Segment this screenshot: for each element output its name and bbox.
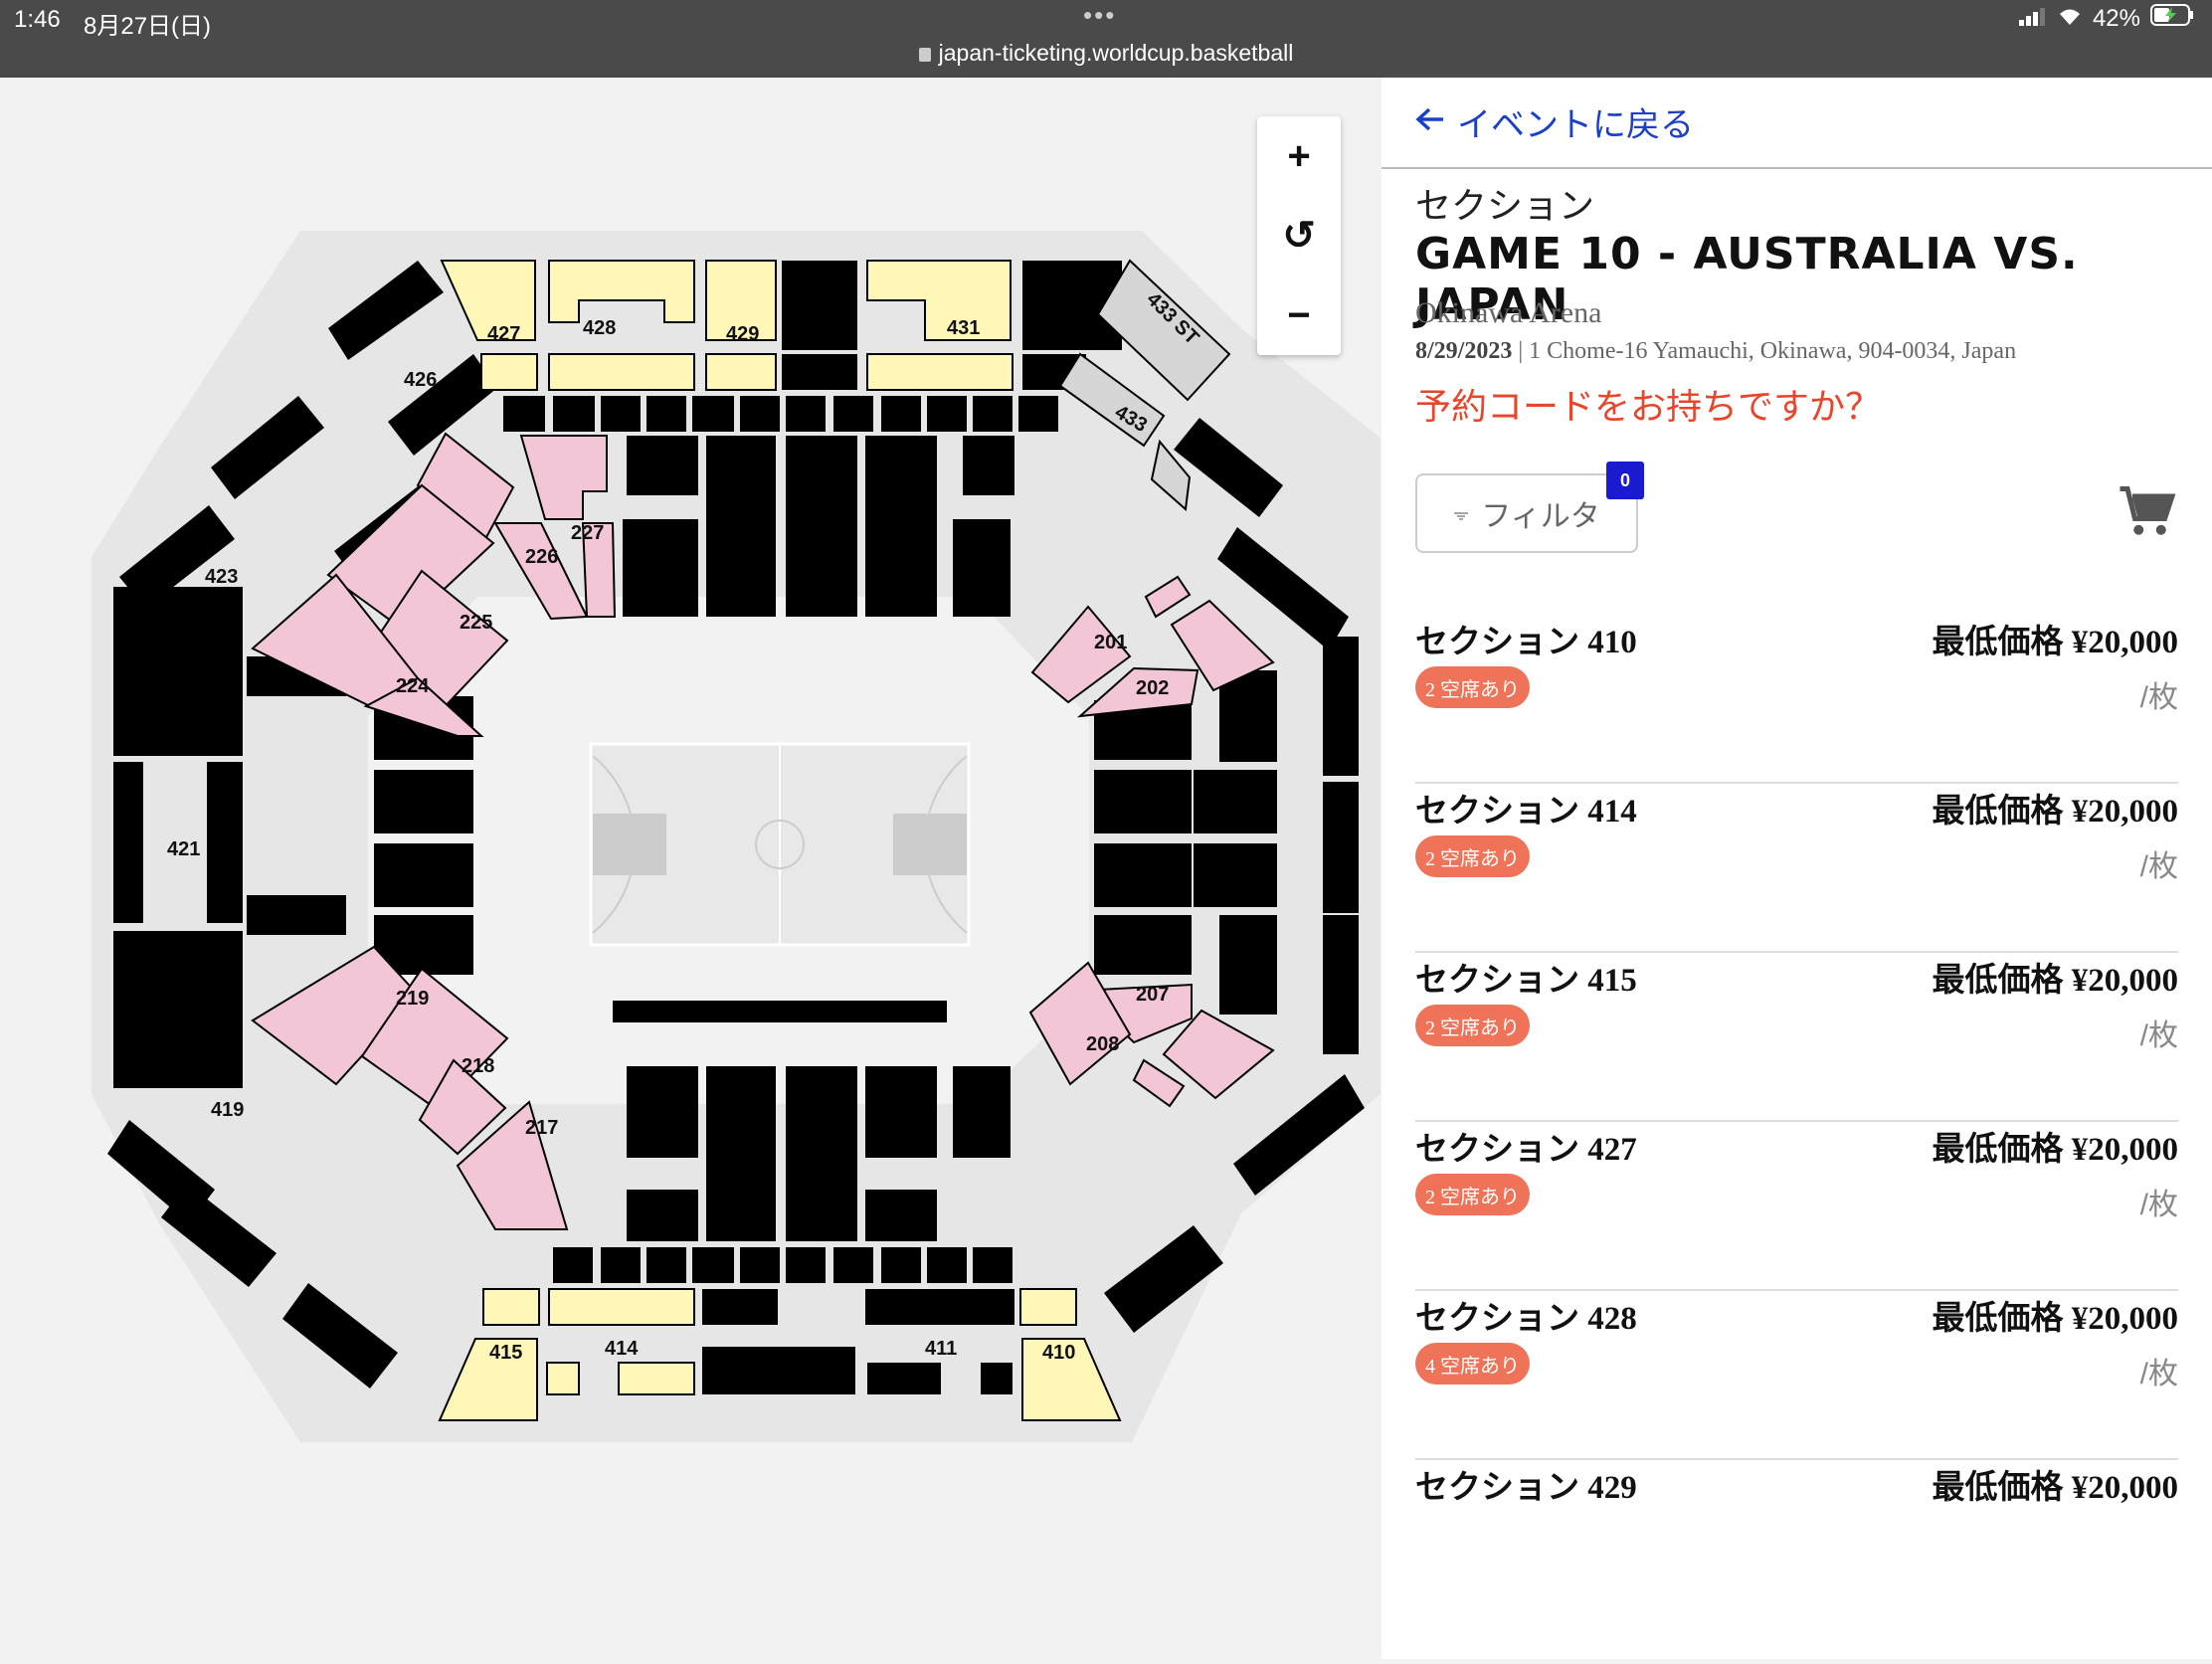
multitask-dots[interactable]: ••• <box>1083 0 1116 31</box>
price-unit: /枚 <box>2139 1358 2178 1390</box>
section-price: 最低価格 ¥20,000 <box>1932 1470 2179 1506</box>
section-name: セクション 410 <box>1415 625 1637 660</box>
label-227: 227 <box>571 522 604 544</box>
lock-icon <box>918 48 931 62</box>
label-207: 207 <box>1136 984 1169 1006</box>
label-201: 201 <box>1094 632 1127 653</box>
label-427: 427 <box>487 323 520 345</box>
section-price: 最低価格 ¥20,000 <box>1932 1132 2179 1168</box>
event-date-address: 8/29/2023 | 1 Chome-16 Yamauchi, Okinawa… <box>1415 338 2016 365</box>
back-label: イベントに戻る <box>1457 106 1694 144</box>
label-428: 428 <box>583 317 616 339</box>
arena-map-svg[interactable]: 427 428 429 431 433 ST 433 426 423 227 2… <box>0 78 1382 1659</box>
filter-button[interactable]: フィルタ <box>1415 473 1638 553</box>
section-row-429[interactable]: セクション 429 最低価格 ¥20,000 <box>1415 1460 2178 1627</box>
price-unit: /枚 <box>2139 1019 2178 1052</box>
filter-count-badge: 0 <box>1606 462 1644 499</box>
section-name: セクション 428 <box>1415 1301 1637 1337</box>
cart-icon[interactable] <box>2118 483 2177 544</box>
wifi-icon <box>2057 5 2083 33</box>
seat-map[interactable]: 427 428 429 431 433 ST 433 426 423 227 2… <box>0 78 1382 1659</box>
event-panel: イベントに戻る セクション GAME 10 - AUSTRALIA VS. JA… <box>1382 78 2212 1659</box>
label-219: 219 <box>396 988 429 1010</box>
availability-badge: 2 空席あり <box>1415 1174 1530 1215</box>
availability-badge: 2 空席あり <box>1415 1005 1530 1046</box>
section-price: 最低価格 ¥20,000 <box>1932 1301 2179 1337</box>
status-time: 1:46 <box>14 6 61 33</box>
label-419: 419 <box>211 1099 244 1121</box>
status-date: 8月27日(日) <box>84 13 212 40</box>
filter-label: フィルタ <box>1481 500 1600 533</box>
section-list: セクション 410 最低価格 ¥20,000 2 空席あり /枚 セクション 4… <box>1415 615 2178 1627</box>
filter-icon <box>1453 496 1469 530</box>
section-name: セクション 429 <box>1415 1470 1637 1506</box>
section-name: セクション 415 <box>1415 963 1637 999</box>
zoom-in-button[interactable]: + <box>1257 116 1341 196</box>
section-row-428[interactable]: セクション 428 最低価格 ¥20,000 4 空席あり /枚 <box>1415 1291 2178 1460</box>
section-row-414[interactable]: セクション 414 最低価格 ¥20,000 2 空席あり /枚 <box>1415 784 2178 953</box>
label-226: 226 <box>525 546 558 568</box>
back-to-event-link[interactable]: イベントに戻る <box>1415 97 1694 146</box>
section-row-427[interactable]: セクション 427 最低価格 ¥20,000 2 空席あり /枚 <box>1415 1122 2178 1291</box>
label-426: 426 <box>404 369 437 391</box>
label-410: 410 <box>1042 1342 1075 1364</box>
battery-icon <box>2150 4 2194 33</box>
section-price: 最低価格 ¥20,000 <box>1932 963 2179 999</box>
zoom-controls: + ↺ − <box>1257 116 1341 355</box>
label-414: 414 <box>605 1338 639 1360</box>
address-bar[interactable]: japan-ticketing.worldcup.basketball <box>0 40 2212 67</box>
arrow-left-icon <box>1415 102 1445 141</box>
court <box>589 742 971 947</box>
scoreboard-bar <box>613 1001 947 1022</box>
label-224: 224 <box>396 675 430 697</box>
label-421: 421 <box>167 838 200 860</box>
zoom-out-button[interactable]: − <box>1257 276 1341 355</box>
label-225: 225 <box>460 612 492 634</box>
label-429: 429 <box>726 323 759 345</box>
label-217: 217 <box>525 1117 558 1139</box>
price-unit: /枚 <box>2139 850 2178 883</box>
price-unit: /枚 <box>2139 1189 2178 1221</box>
venue-address: | 1 Chome-16 Yamauchi, Okinawa, 904-0034… <box>1512 338 2017 364</box>
status-bar: 1:46 8月27日(日) ••• 42% japan-ticketing.wo… <box>0 0 2212 78</box>
venue-name: Okinawa Arena <box>1415 296 1602 329</box>
section-price: 最低価格 ¥20,000 <box>1932 794 2179 830</box>
status-indicators: 42% <box>2018 4 2194 33</box>
label-208: 208 <box>1086 1033 1119 1055</box>
availability-badge: 2 空席あり <box>1415 835 1530 877</box>
section-row-410[interactable]: セクション 410 最低価格 ¥20,000 2 空席あり /枚 <box>1415 615 2178 784</box>
label-423: 423 <box>205 566 238 588</box>
availability-badge: 2 空席あり <box>1415 666 1530 708</box>
battery-percent: 42% <box>2092 4 2140 32</box>
label-431: 431 <box>947 317 980 339</box>
section-row-415[interactable]: セクション 415 最低価格 ¥20,000 2 空席あり /枚 <box>1415 953 2178 1122</box>
promo-code-link[interactable]: 予約コードをお持ちですか？ <box>1415 378 1881 430</box>
price-unit: /枚 <box>2139 681 2178 714</box>
reset-view-button[interactable]: ↺ <box>1257 196 1341 276</box>
section-414[interactable] <box>618 1362 695 1395</box>
divider <box>1382 167 2212 169</box>
label-411: 411 <box>925 1338 957 1360</box>
section-name: セクション 414 <box>1415 794 1637 830</box>
availability-badge: 4 空席あり <box>1415 1343 1530 1385</box>
url-text: japan-ticketing.worldcup.basketball <box>938 40 1294 66</box>
label-218: 218 <box>461 1055 494 1077</box>
section-name: セクション 427 <box>1415 1132 1637 1168</box>
section-price: 最低価格 ¥20,000 <box>1932 625 2179 660</box>
section-heading: セクション <box>1415 185 1595 226</box>
signal-icon <box>2018 5 2047 33</box>
label-415: 415 <box>489 1342 522 1364</box>
event-date: 8/29/2023 <box>1415 338 1513 364</box>
label-202: 202 <box>1136 677 1169 699</box>
